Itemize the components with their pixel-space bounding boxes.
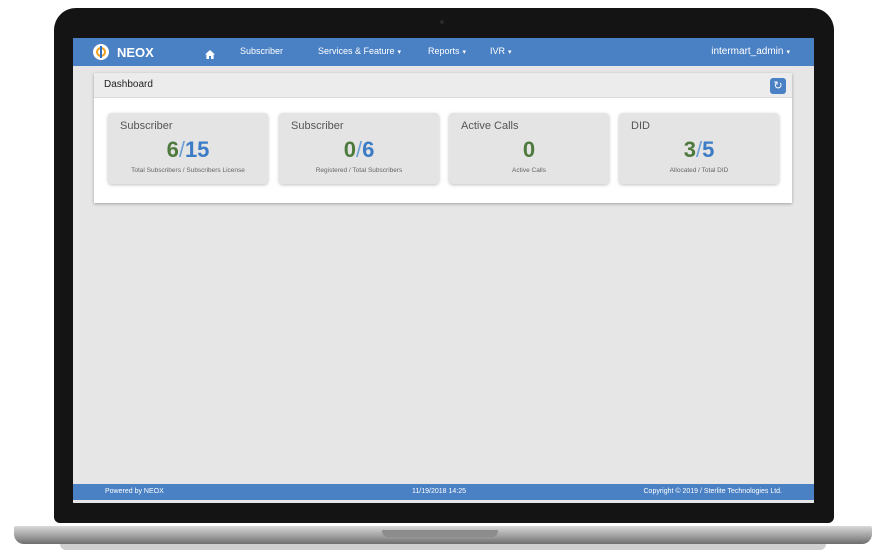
card-value: 6/15 xyxy=(108,137,268,163)
nav-services-feature-label: Services & Feature xyxy=(318,46,395,56)
brand[interactable]: NEOX xyxy=(93,44,154,60)
neox-logo-icon xyxy=(93,44,109,60)
card-subtitle: Active Calls xyxy=(512,167,546,174)
chevron-down-icon: ▾ xyxy=(397,49,402,56)
chevron-down-icon: ▾ xyxy=(508,49,512,56)
card-title: Subscriber xyxy=(120,120,173,132)
stat-card-subscriber-license: Subscriber 6/15 Total Subscribers / Subs… xyxy=(108,113,268,184)
card-value: 3/5 xyxy=(619,137,779,163)
nav-subscriber[interactable]: Subscriber xyxy=(240,46,283,56)
username: intermart_admin xyxy=(711,46,784,57)
nav-ivr[interactable]: IVR ▾ xyxy=(490,46,512,56)
footer: Powered by NEOX 11/19/2018 14:25 Copyrig… xyxy=(73,484,814,500)
footer-timestamp: 11/19/2018 14:25 xyxy=(412,488,466,495)
nav-reports[interactable]: Reports ▾ xyxy=(428,46,466,56)
card-value-primary: 0 xyxy=(522,137,536,162)
card-value-secondary: 6 xyxy=(362,137,375,162)
stat-card-did: DID 3/5 Allocated / Total DID xyxy=(619,113,779,184)
card-subtitle: Allocated / Total DID xyxy=(669,167,729,174)
home-icon[interactable] xyxy=(205,46,215,64)
footer-powered-by: Powered by NEOX xyxy=(105,488,164,495)
card-title: DID xyxy=(631,120,650,132)
card-title: Subscriber xyxy=(291,120,344,132)
panel-header: Dashboard ↻ xyxy=(94,73,792,98)
nav-services-feature[interactable]: Services & Feature ▾ xyxy=(318,46,401,56)
card-value-primary: 3 xyxy=(683,137,696,162)
page-title: Dashboard xyxy=(104,79,153,90)
chevron-down-icon: ▾ xyxy=(786,49,790,56)
card-value-primary: 6 xyxy=(166,137,179,162)
laptop-shadow xyxy=(60,544,826,550)
nav-ivr-label: IVR xyxy=(490,46,506,56)
card-title: Active Calls xyxy=(461,120,519,132)
nav-reports-label: Reports xyxy=(428,46,460,56)
card-subtitle: Registered / Total Subscribers xyxy=(315,167,403,174)
nav-subscriber-label: Subscriber xyxy=(240,46,284,56)
card-value-primary: 0 xyxy=(343,137,356,162)
card-value: 0 xyxy=(449,137,609,163)
top-navbar: NEOX Subscriber Services & Feature ▾ Repo… xyxy=(73,38,814,66)
stat-card-subscriber-registered: Subscriber 0/6 Registered / Total Subscr… xyxy=(279,113,439,184)
user-menu[interactable]: intermart_admin ▾ xyxy=(711,46,790,57)
screen: NEOX Subscriber Services & Feature ▾ Repo… xyxy=(73,38,814,503)
card-value: 0/6 xyxy=(279,137,439,163)
dashboard-panel: Dashboard ↻ Subscriber 6/15 Total Subscr… xyxy=(94,73,792,203)
refresh-button[interactable]: ↻ xyxy=(770,78,786,94)
card-value-secondary: 15 xyxy=(184,137,210,162)
chevron-down-icon: ▾ xyxy=(462,49,467,56)
footer-copyright: Copyright © 2019 / Sterlite Technologies… xyxy=(643,488,783,495)
stat-card-active-calls: Active Calls 0 Active Calls xyxy=(449,113,609,184)
brand-name: NEOX xyxy=(117,44,154,60)
card-value-secondary: 5 xyxy=(702,137,715,162)
card-subtitle: Total Subscribers / Subscribers License xyxy=(131,167,245,174)
laptop-notch xyxy=(382,530,498,537)
camera-dot xyxy=(440,20,444,24)
refresh-icon: ↻ xyxy=(773,80,783,92)
